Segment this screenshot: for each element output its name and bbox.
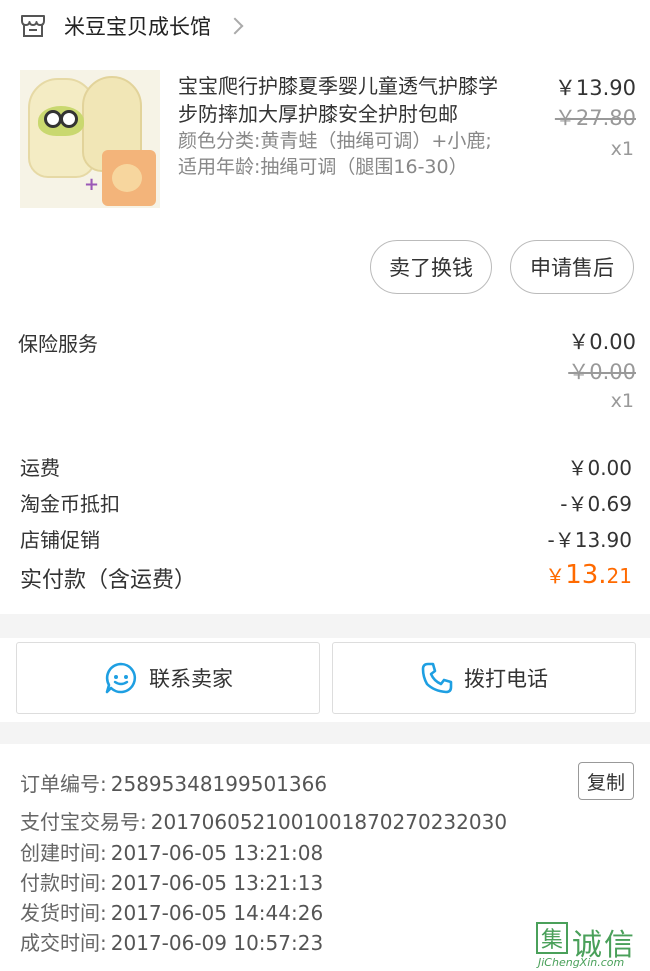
created-time-row: 创建时间: 2017-06-05 13:21:08 (20, 837, 323, 867)
actual-payment-label: 实付款（含运费） (20, 568, 197, 593)
phone-icon (421, 662, 453, 694)
shipped-time-row: 发货时间: 2017-06-05 14:44:26 (20, 897, 323, 927)
product-original-price: ￥27.80 (554, 106, 636, 130)
watermark-box: 集 (536, 922, 568, 954)
closed-label: 成交时间: (20, 931, 107, 955)
paid-label: 付款时间: (20, 871, 107, 895)
created-label: 创建时间: (20, 841, 107, 865)
shop-header[interactable]: 米豆宝贝成长馆 (0, 0, 650, 52)
fee-value: -￥0.69 (560, 492, 632, 516)
payment-decimal: 21 (606, 564, 632, 588)
order-number: 25895348199501366 (110, 772, 328, 796)
product-price: ￥13.90 (554, 76, 636, 100)
paid-time: 2017-06-05 13:21:13 (110, 871, 324, 895)
product-sku: 颜色分类:黄青蛙（抽绳可调）+小鹿;适用年龄:抽绳可调（腿围16-30） (178, 130, 492, 178)
copy-button[interactable]: 复制 (578, 762, 634, 800)
contact-seller-label: 联系卖家 (149, 667, 233, 691)
order-number-label: 订单编号: (20, 772, 107, 796)
call-phone-button[interactable]: 拨打电话 (332, 642, 636, 714)
product-quantity: x1 (610, 138, 634, 160)
insurance-price: ￥0.00 (568, 330, 636, 354)
actual-payment-value: ￥13.21 (545, 560, 632, 590)
insurance-original-price: ￥0.00 (568, 360, 636, 384)
fee-row-promotion: 店铺促销 -￥13.90 (0, 520, 650, 554)
chevron-right-icon (226, 17, 244, 35)
fee-row-coin: 淘金币抵扣 -￥0.69 (0, 484, 650, 518)
fee-value: -￥13.90 (547, 528, 632, 552)
watermark-url: JiChengXin.com (538, 956, 625, 969)
payment-integer: 13. (565, 560, 607, 590)
actual-payment-row: 实付款（含运费） ￥13.21 (0, 560, 650, 600)
fee-label: 店铺促销 (20, 528, 100, 552)
fee-label: 淘金币抵扣 (20, 492, 120, 516)
call-phone-label: 拨打电话 (464, 667, 548, 691)
contact-seller-button[interactable]: 联系卖家 (16, 642, 320, 714)
product-item[interactable]: + 宝宝爬行护膝夏季婴儿童透气护膝学步防摔加大厚护膝安全护肘包邮 颜色分类:黄青… (0, 62, 650, 307)
closed-time-row: 成交时间: 2017-06-09 10:57:23 (20, 927, 323, 957)
insurance-quantity: x1 (610, 390, 634, 412)
section-divider (0, 614, 650, 638)
shipped-label: 发货时间: (20, 901, 107, 925)
sell-button[interactable]: 卖了换钱 (370, 240, 492, 294)
alipay-row: 支付宝交易号: 2017060521001001870270232030 (20, 806, 507, 836)
fee-label: 运费 (20, 456, 60, 480)
alipay-label: 支付宝交易号: (20, 810, 147, 834)
insurance-label: 保险服务 (18, 332, 98, 356)
watermark-logo: 集 诚信 JiChengXin.com (532, 916, 650, 971)
shipped-time: 2017-06-05 14:44:26 (110, 901, 324, 925)
payment-currency: ￥ (545, 564, 566, 588)
shop-name: 米豆宝贝成长馆 (64, 15, 211, 39)
paid-time-row: 付款时间: 2017-06-05 13:21:13 (20, 867, 323, 897)
store-icon (21, 15, 45, 37)
chat-smile-icon (105, 662, 137, 694)
closed-time: 2017-06-09 10:57:23 (110, 931, 324, 955)
fee-row-shipping: 运费 ￥0.00 (0, 448, 650, 482)
alipay-number: 2017060521001001870270232030 (150, 810, 508, 834)
after-sale-button[interactable]: 申请售后 (510, 240, 634, 294)
insurance-service: 保险服务 ￥0.00 ￥0.00 x1 (0, 318, 650, 418)
section-divider (0, 722, 650, 744)
fee-value: ￥0.00 (567, 456, 632, 480)
product-thumbnail[interactable]: + (20, 70, 160, 208)
product-title[interactable]: 宝宝爬行护膝夏季婴儿童透气护膝学步防摔加大厚护膝安全护肘包邮 (178, 72, 513, 128)
created-time: 2017-06-05 13:21:08 (110, 841, 324, 865)
order-number-row: 订单编号: 25895348199501366 (20, 768, 327, 798)
